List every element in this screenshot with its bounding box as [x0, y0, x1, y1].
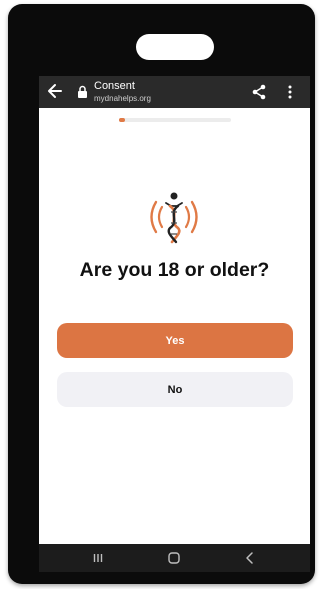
age-question-heading: Are you 18 or older?	[79, 259, 270, 281]
browser-toolbar: Consent mydnahelps.org	[39, 76, 310, 108]
overflow-menu-icon[interactable]	[285, 84, 295, 100]
back-arrow-icon[interactable]	[47, 82, 63, 100]
progress-bar-fill	[119, 118, 125, 122]
progress-bar	[119, 118, 231, 122]
page-title: Consent	[94, 80, 135, 92]
phone-frame: Consent mydnahelps.org Are you 18 or old…	[8, 4, 315, 584]
url-domain[interactable]: mydnahelps.org	[94, 94, 151, 104]
system-nav-bar	[39, 544, 310, 572]
home-icon[interactable]	[167, 551, 181, 565]
back-icon[interactable]	[244, 551, 256, 565]
lock-icon	[78, 85, 87, 98]
yes-button[interactable]: Yes	[57, 323, 293, 358]
share-icon[interactable]	[251, 84, 267, 100]
phone-screen: Consent mydnahelps.org Are you 18 or old…	[39, 76, 310, 572]
dna-person-logo-icon	[150, 192, 198, 244]
recent-apps-icon[interactable]	[91, 551, 105, 565]
phone-notch	[136, 34, 214, 60]
no-button[interactable]: No	[57, 372, 293, 407]
